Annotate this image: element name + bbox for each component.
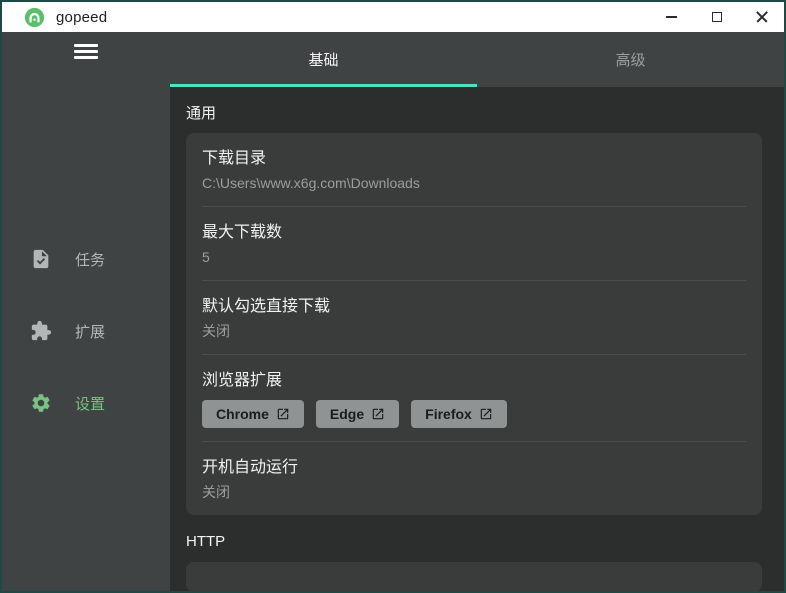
sidebar-item-extensions[interactable]: 扩展 — [2, 311, 170, 351]
close-icon — [756, 11, 768, 23]
open-in-new-icon — [276, 407, 290, 421]
open-in-new-icon — [371, 407, 385, 421]
open-in-new-icon — [479, 407, 493, 421]
settings-scroll-area[interactable]: 通用 下载目录 C:\Users\www.x6g.com\Downloads 最… — [170, 87, 784, 591]
setting-title: 默认勾选直接下载 — [202, 298, 331, 315]
button-label: Chrome — [216, 406, 269, 422]
task-icon — [30, 248, 52, 270]
app-window: gopeed 任务 扩展 设置 基础 高级 通用 下载目录 C:\Users\w… — [0, 0, 786, 593]
close-button[interactable] — [739, 2, 784, 32]
general-settings-card: 下载目录 C:\Users\www.x6g.com\Downloads 最大下载… — [186, 133, 762, 515]
hamburger-menu-icon — [74, 44, 98, 47]
setting-row-browser-extension: 浏览器扩展 Chrome Edge Firefox — [186, 355, 762, 441]
setting-row-autostart[interactable]: 开机自动运行 关闭 — [186, 442, 762, 515]
active-tab-indicator — [170, 84, 477, 87]
sidebar-item-tasks[interactable]: 任务 — [2, 239, 170, 279]
setting-row-default-direct-download[interactable]: 默认勾选直接下载 关闭 — [186, 281, 762, 354]
sidebar-item-label: 扩展 — [75, 323, 106, 341]
minimize-button[interactable] — [649, 2, 694, 32]
browser-extension-buttons: Chrome Edge Firefox — [202, 400, 746, 428]
sidebar-item-label: 设置 — [75, 395, 106, 413]
setting-title: 浏览器扩展 — [202, 372, 283, 389]
setting-title: 开机自动运行 — [202, 459, 299, 476]
sidebar-item-settings[interactable]: 设置 — [2, 383, 170, 423]
tab-basic[interactable]: 基础 — [170, 32, 477, 87]
button-label: Edge — [329, 406, 365, 422]
sidebar: 任务 扩展 设置 — [2, 32, 170, 591]
edge-extension-button[interactable]: Edge — [315, 400, 400, 428]
settings-content: 基础 高级 通用 下载目录 C:\Users\www.x6g.com\Downl… — [170, 32, 784, 591]
setting-title: 最大下载数 — [202, 224, 283, 241]
minimize-icon — [666, 16, 677, 18]
setting-value: 5 — [202, 249, 210, 265]
setting-value: C:\Users\www.x6g.com\Downloads — [202, 175, 420, 191]
titlebar: gopeed — [2, 2, 784, 32]
section-label-general: 通用 — [186, 105, 217, 122]
tab-advanced[interactable]: 高级 — [477, 32, 784, 87]
gear-icon — [30, 392, 52, 414]
setting-value: 关闭 — [202, 484, 230, 500]
gopeed-logo-icon — [24, 7, 45, 28]
maximize-button[interactable] — [694, 2, 739, 32]
tab-bar: 基础 高级 — [170, 32, 784, 87]
menu-toggle-button[interactable] — [74, 44, 98, 59]
main-area: 任务 扩展 设置 基础 高级 通用 下载目录 C:\Users\www.x6g.… — [2, 32, 784, 591]
http-settings-card — [186, 562, 762, 591]
maximize-icon — [711, 12, 722, 22]
extension-icon — [30, 320, 52, 342]
section-label-http: HTTP — [186, 533, 226, 550]
setting-row-max-downloads[interactable]: 最大下载数 5 — [186, 207, 762, 280]
setting-value: 关闭 — [202, 323, 230, 339]
chrome-extension-button[interactable]: Chrome — [202, 400, 304, 428]
setting-title: 下载目录 — [202, 150, 267, 167]
setting-row-download-dir[interactable]: 下载目录 C:\Users\www.x6g.com\Downloads — [186, 133, 762, 206]
window-title: gopeed — [56, 8, 108, 26]
sidebar-item-label: 任务 — [75, 251, 106, 269]
button-label: Firefox — [425, 406, 472, 422]
firefox-extension-button[interactable]: Firefox — [411, 400, 507, 428]
window-controls — [649, 2, 784, 32]
